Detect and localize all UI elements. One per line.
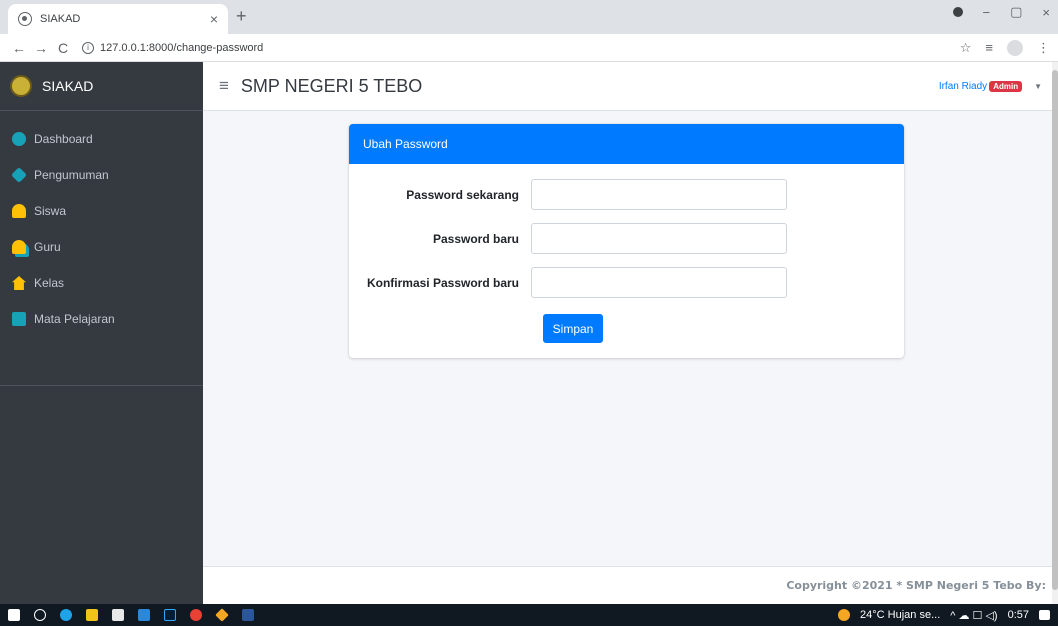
clock[interactable]: 0:57 <box>1008 609 1029 621</box>
taskbar-apps <box>8 608 254 622</box>
user-icon <box>12 204 26 218</box>
dashboard-icon <box>12 132 26 146</box>
address-bar: ← → C i 127.0.0.1:8000/change-password ☆… <box>0 34 1058 62</box>
mail-icon[interactable] <box>138 609 150 621</box>
sidebar-menu: Dashboard Pengumuman Siswa Guru Kelas Ma… <box>0 111 203 386</box>
current-password-input[interactable] <box>531 179 787 210</box>
reading-list-icon[interactable]: ≡ <box>985 40 993 55</box>
record-icon[interactable] <box>952 7 963 17</box>
app-viewport: SIAKAD Dashboard Pengumuman Siswa Guru K… <box>0 62 1058 604</box>
sidebar-item-label: Kelas <box>34 276 65 290</box>
confirm-password-label: Konfirmasi Password baru <box>366 275 519 290</box>
school-icon <box>12 276 26 290</box>
restore-button[interactable]: ▢ <box>1010 4 1022 20</box>
bookmark-star-icon[interactable]: ☆ <box>960 40 972 56</box>
back-button[interactable]: ← <box>8 40 30 56</box>
store-icon[interactable] <box>112 609 124 621</box>
bullhorn-icon <box>11 167 27 183</box>
brand-text: SIAKAD <box>42 78 94 94</box>
sidebar-item-label: Dashboard <box>34 132 93 146</box>
current-password-label: Password sekarang <box>406 187 519 202</box>
profile-icon[interactable] <box>1007 39 1023 56</box>
close-tab-icon[interactable]: × <box>210 11 218 27</box>
user-name: Irfan Riady <box>938 80 988 92</box>
tab-title: SIAKAD <box>40 13 81 25</box>
forward-button[interactable]: → <box>30 40 52 56</box>
search-icon[interactable] <box>34 609 46 621</box>
sidebar: SIAKAD Dashboard Pengumuman Siswa Guru K… <box>0 62 203 604</box>
confirm-password-row: Konfirmasi Password baru <box>349 267 904 298</box>
edge-icon[interactable] <box>60 609 72 621</box>
brand-link[interactable]: SIAKAD <box>0 62 203 111</box>
card-title: Ubah Password <box>349 124 904 164</box>
hamburger-menu-icon[interactable]: ≡ <box>219 76 229 96</box>
change-password-card: Ubah Password Password sekarang Password… <box>349 124 904 358</box>
sidebar-item-siswa[interactable]: Siswa <box>0 193 203 229</box>
new-password-row: Password baru <box>349 223 904 254</box>
sidebar-item-label: Pengumuman <box>34 168 109 182</box>
weather-icon[interactable] <box>838 609 851 621</box>
notification-icon[interactable] <box>1039 610 1050 620</box>
sidebar-item-kelas[interactable]: Kelas <box>0 265 203 301</box>
windows-taskbar: 24°C Hujan se... ^ ☁ ☐ ◁) 0:57 <box>0 604 1058 626</box>
new-tab-button[interactable]: + <box>236 6 247 27</box>
page-scrollbar[interactable] <box>1052 62 1058 604</box>
browser-actions: ☆ ≡ ⋮ <box>960 39 1050 56</box>
teacher-icon <box>12 240 26 254</box>
role-badge: Admin <box>989 80 1023 92</box>
scrollbar-thumb[interactable] <box>1052 70 1058 590</box>
system-tray: 24°C Hujan se... ^ ☁ ☐ ◁) 0:57 <box>838 609 1050 622</box>
sidebar-item-pengumuman[interactable]: Pengumuman <box>0 157 203 193</box>
school-name: SMP NEGERI 5 TEBO <box>240 75 423 96</box>
save-button[interactable]: Simpan <box>543 314 603 343</box>
browser-tab-bar: SIAKAD × + − ▢ × <box>0 0 1058 34</box>
url-text: 127.0.0.1:8000/change-password <box>100 41 264 54</box>
url-field[interactable]: i 127.0.0.1:8000/change-password <box>82 41 264 54</box>
browser-menu-icon[interactable]: ⋮ <box>1037 40 1050 56</box>
tray-icons[interactable]: ^ ☁ ☐ ◁) <box>950 609 997 622</box>
weather-text[interactable]: 24°C Hujan se... <box>860 609 940 621</box>
word-icon[interactable] <box>242 609 254 621</box>
sidebar-item-label: Mata Pelajaran <box>34 312 115 326</box>
file-explorer-icon[interactable] <box>86 609 98 621</box>
windows-start-icon[interactable] <box>8 609 20 621</box>
globe-icon <box>18 12 32 26</box>
sidebar-item-mata-pelajaran[interactable]: Mata Pelajaran <box>0 301 203 337</box>
main-content: ≡ SMP NEGERI 5 TEBO Irfan Riady Admin ▼ … <box>203 62 1058 604</box>
footer: Copyright ©2021 * SMP Negeri 5 Tebo By: <box>203 566 1058 604</box>
new-password-label: Password baru <box>432 231 519 246</box>
reload-button[interactable]: C <box>52 40 74 56</box>
photoshop-icon[interactable] <box>164 609 176 621</box>
chrome-icon[interactable] <box>190 609 202 621</box>
window-controls: − ▢ × <box>952 4 1050 20</box>
minimize-button[interactable]: − <box>983 5 991 20</box>
sidebar-item-label: Siswa <box>34 204 67 218</box>
confirm-password-input[interactable] <box>531 267 787 298</box>
school-logo <box>10 75 32 97</box>
sublime-icon[interactable] <box>215 608 229 622</box>
new-password-input[interactable] <box>531 223 787 254</box>
table-icon <box>12 312 26 326</box>
top-navbar: ≡ SMP NEGERI 5 TEBO Irfan Riady Admin ▼ <box>203 62 1058 111</box>
user-dropdown[interactable]: Irfan Riady Admin ▼ <box>938 80 1042 92</box>
sidebar-item-guru[interactable]: Guru <box>0 229 203 265</box>
browser-tab[interactable]: SIAKAD × <box>8 4 228 34</box>
current-password-row: Password sekarang <box>349 179 904 210</box>
info-icon[interactable]: i <box>82 41 94 54</box>
caret-down-icon[interactable]: ▼ <box>1034 82 1042 91</box>
sidebar-item-label: Guru <box>34 240 61 254</box>
close-window-button[interactable]: × <box>1042 5 1050 20</box>
sidebar-item-dashboard[interactable]: Dashboard <box>0 121 203 157</box>
copyright-text: Copyright ©2021 * SMP Negeri 5 Tebo By: <box>786 579 1046 592</box>
